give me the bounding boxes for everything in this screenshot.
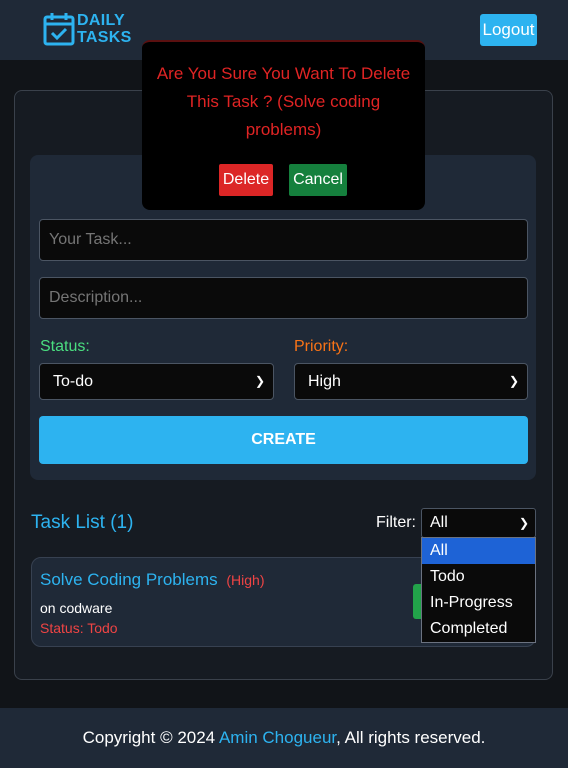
status-select[interactable]: To-do ❯ [39, 363, 274, 400]
footer-prefix: Copyright © 2024 [82, 728, 219, 747]
chevron-down-icon: ❯ [518, 516, 529, 530]
chevron-down-icon: ❯ [254, 374, 265, 388]
filter-select[interactable]: All ❯ [421, 508, 536, 538]
logo[interactable]: DAILY TASKS [43, 11, 132, 46]
logo-line-2: TASKS [77, 28, 132, 46]
footer-author-link[interactable]: Amin Chogueur [219, 728, 336, 747]
logo-text: DAILY TASKS [77, 12, 132, 46]
task-title-input[interactable] [39, 219, 528, 261]
modal-message: Are You Sure You Want To Delete This Tas… [156, 64, 411, 139]
task-description-input[interactable] [39, 277, 528, 319]
task-title: Solve Coding Problems (High) [40, 570, 265, 590]
filter-dropdown: All Todo In-Progress Completed [421, 537, 536, 643]
task-priority: (High) [226, 572, 265, 588]
chevron-down-icon: ❯ [508, 374, 519, 388]
priority-select[interactable]: High ❯ [294, 363, 528, 400]
filter-label: Filter: [376, 514, 416, 531]
task-list-title: Task List (1) [31, 512, 134, 533]
cancel-button[interactable]: Cancel [289, 164, 347, 196]
logout-button[interactable]: Logout [480, 14, 537, 46]
footer: Copyright © 2024 Amin Chogueur, All righ… [0, 708, 568, 768]
priority-label: Priority: [294, 338, 349, 355]
delete-button[interactable]: Delete [219, 164, 273, 196]
footer-suffix: , All rights reserved. [336, 728, 486, 747]
filter-option-all[interactable]: All [422, 538, 535, 564]
filter-option-completed[interactable]: Completed [422, 616, 535, 642]
calendar-check-icon [43, 13, 75, 46]
filter-select-value: All [430, 514, 448, 531]
create-button[interactable]: CREATE [39, 416, 528, 464]
filter-option-in-progress[interactable]: In-Progress [422, 590, 535, 616]
status-select-value: To-do [53, 373, 94, 390]
task-description: on codware [40, 600, 113, 616]
logo-line-1: DAILY [77, 11, 126, 29]
filter-option-todo[interactable]: Todo [422, 564, 535, 590]
delete-confirm-modal: Are You Sure You Want To Delete This Tas… [142, 40, 425, 210]
task-status: Status: Todo [40, 620, 118, 636]
priority-select-value: High [308, 373, 341, 390]
task-title-text: Solve Coding Problems [40, 570, 218, 589]
status-label: Status: [40, 338, 90, 355]
